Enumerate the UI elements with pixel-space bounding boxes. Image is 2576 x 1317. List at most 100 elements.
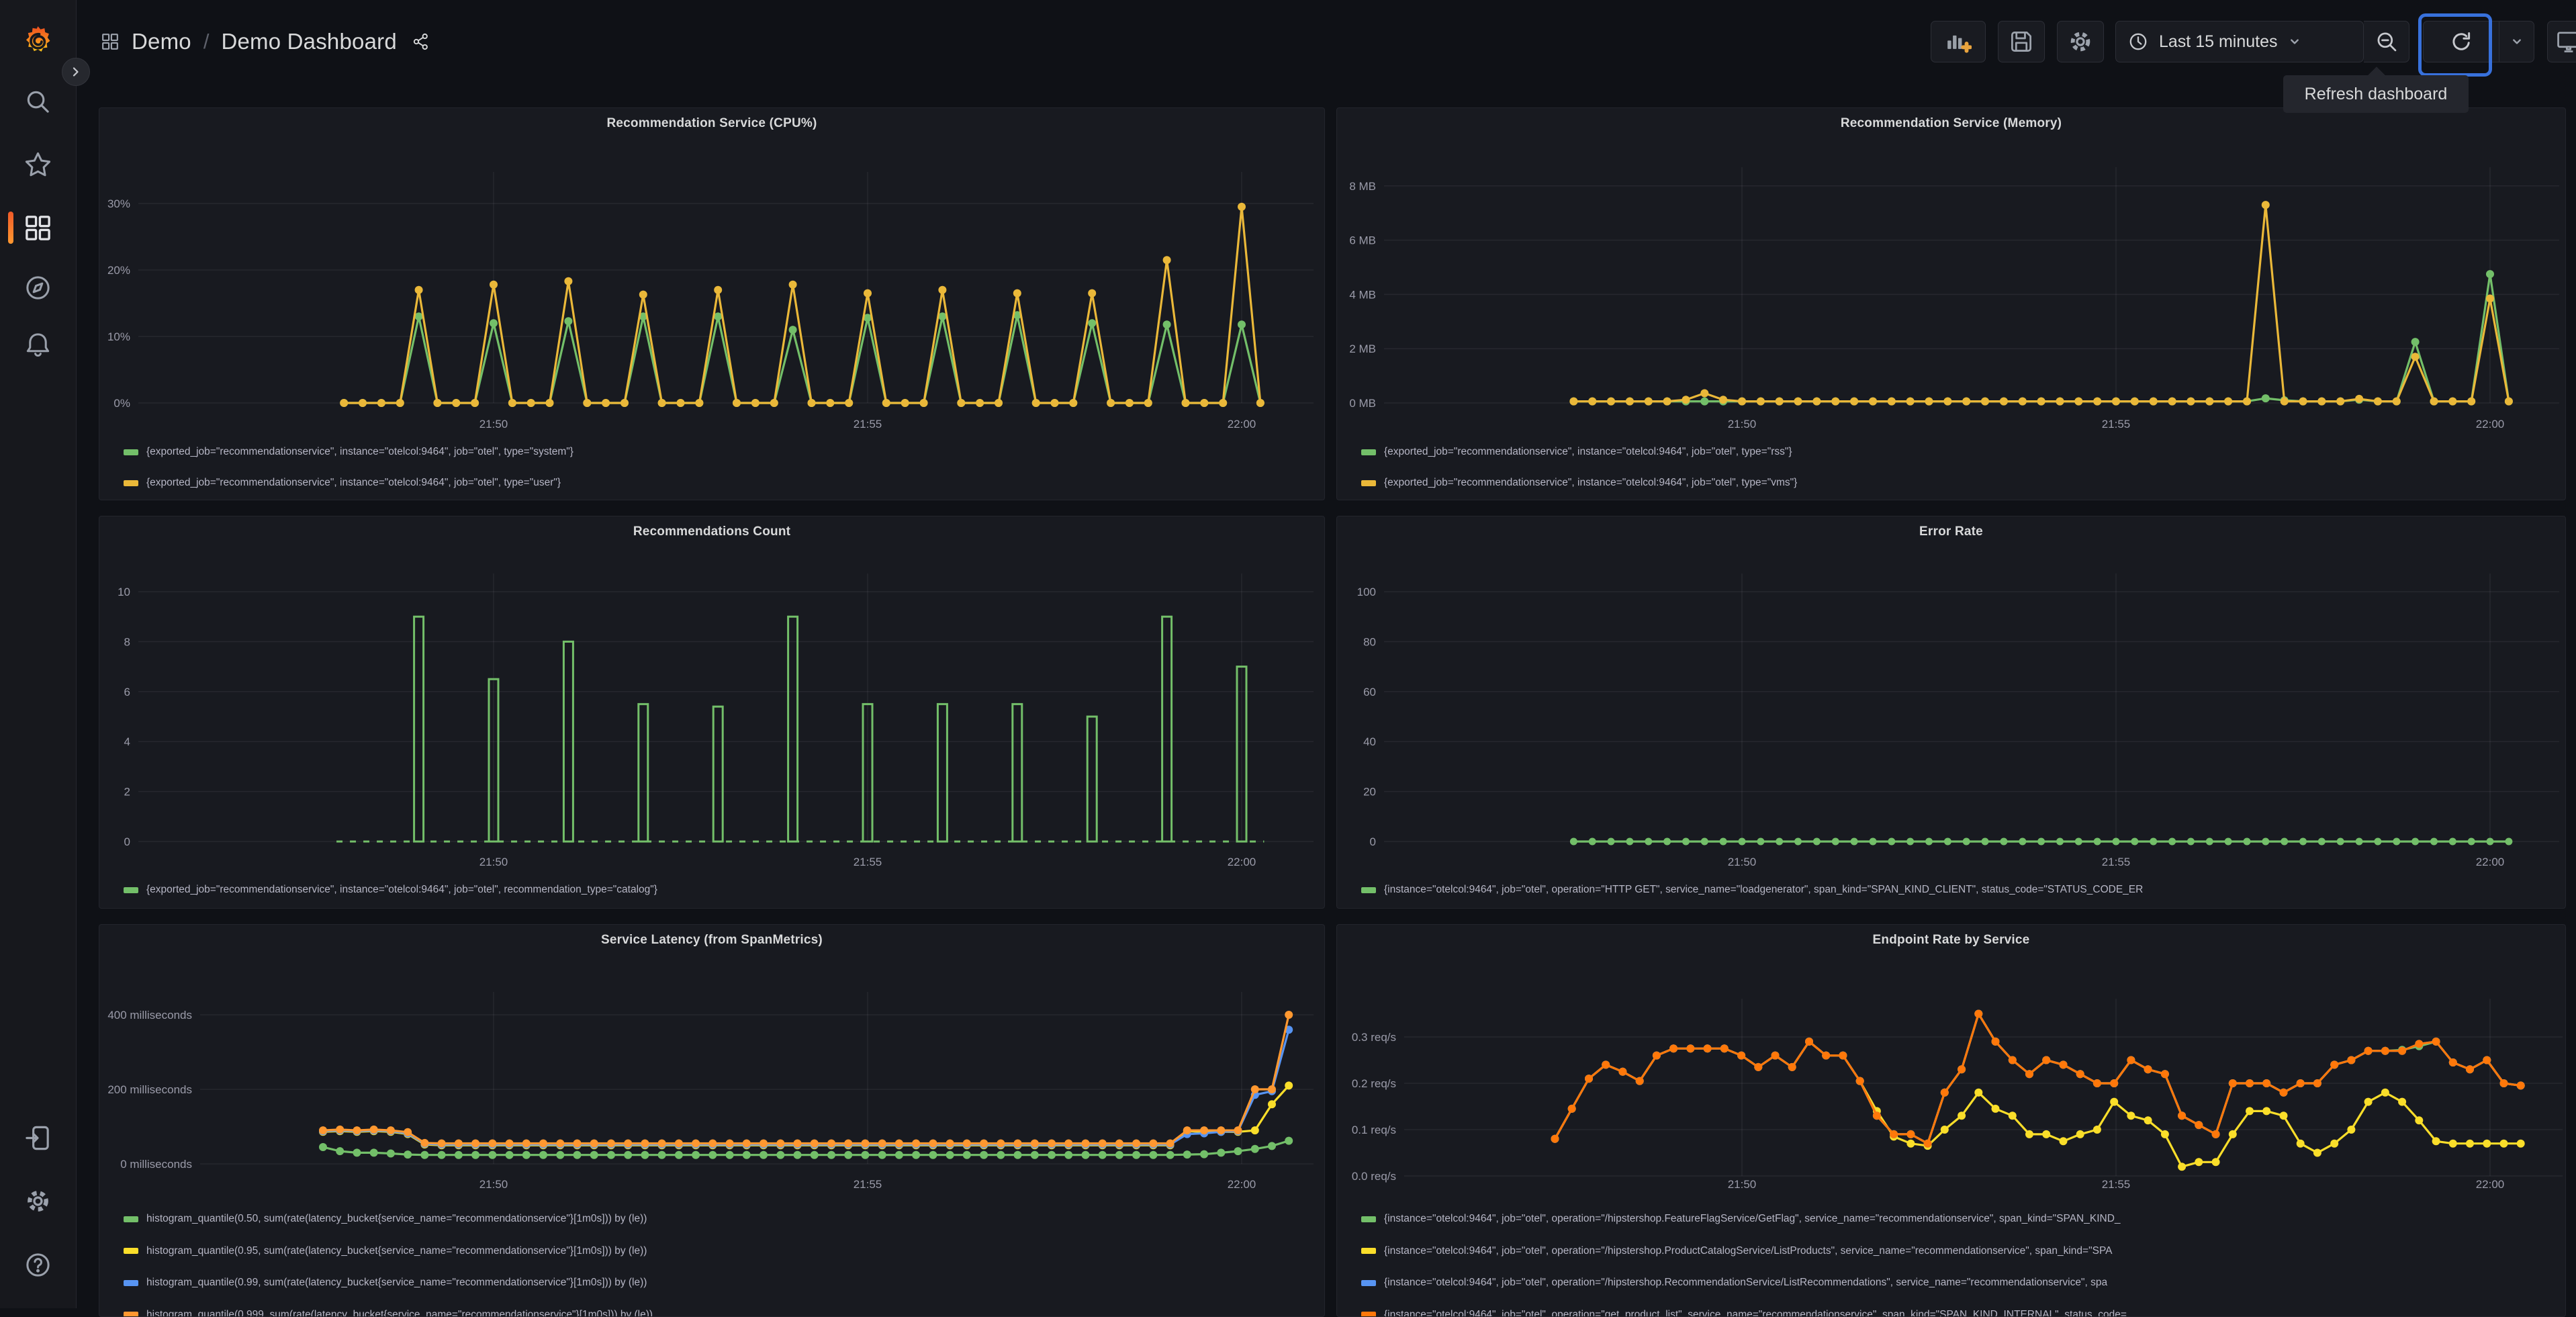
legend-chip (1361, 1216, 1376, 1222)
compass-icon (24, 273, 52, 302)
svg-text:80: 80 (1363, 635, 1376, 648)
svg-text:4: 4 (124, 735, 130, 748)
panel-service-latency-from-spanmetrics: Service Latency (from SpanMetrics)0 mill… (99, 924, 1325, 1317)
legend-chip (124, 480, 138, 486)
legend-item[interactable]: {exported_job="recommendationservice", i… (1361, 440, 2556, 464)
legend-chip (124, 1280, 138, 1286)
svg-text:21:50: 21:50 (1728, 1178, 1757, 1191)
search-icon (24, 87, 52, 116)
legend-label: {exported_job="recommendationservice", i… (146, 477, 561, 489)
legend-item[interactable]: {exported_job="recommendationservice", i… (124, 440, 1315, 464)
svg-text:0: 0 (1370, 835, 1376, 848)
time-range-label: Last 15 minutes (2159, 32, 2278, 52)
legend-item[interactable]: histogram_quantile(0.999, sum(rate(laten… (124, 1303, 1315, 1317)
legend-label: {exported_job="recommendationservice", i… (1384, 477, 1797, 489)
refresh-tooltip: Refresh dashboard (2283, 75, 2469, 113)
panel-recommendations-count: Recommendations Count024681021:5021:5522… (99, 516, 1325, 909)
sidebar-item-settings[interactable] (0, 1170, 76, 1232)
svg-text:21:55: 21:55 (2102, 856, 2131, 868)
legend-chip (1361, 1248, 1376, 1254)
chevron-down-icon (2286, 33, 2303, 50)
apps-grid-icon (101, 32, 120, 51)
gear-icon (24, 1187, 52, 1216)
zoom-out-time-button[interactable] (2364, 21, 2409, 62)
time-range-picker[interactable]: Last 15 minutes (2115, 21, 2364, 62)
legend-label: {exported_job="recommendationservice", i… (146, 884, 657, 896)
monitor-icon (2555, 28, 2576, 55)
sidebar-item-alerting[interactable] (0, 314, 76, 375)
refresh-interval-dropdown[interactable] (2499, 21, 2534, 62)
sidebar-item-help[interactable] (0, 1234, 76, 1296)
legend-item[interactable]: {instance="otelcol:9464", job="otel", op… (1361, 1239, 2556, 1263)
svg-text:22:00: 22:00 (1228, 856, 1256, 868)
svg-text:10: 10 (118, 586, 130, 598)
save-dashboard-button[interactable] (1998, 21, 2045, 62)
chevron-down-icon (2508, 33, 2526, 50)
save-icon (2008, 28, 2035, 55)
legend-item[interactable]: histogram_quantile(0.50, sum(rate(latenc… (124, 1207, 1315, 1231)
legend-item[interactable]: {exported_job="recommendationservice", i… (1361, 471, 2556, 495)
legend-item[interactable]: {instance="otelcol:9464", job="otel", op… (1361, 1207, 2556, 1231)
svg-text:21:55: 21:55 (854, 1178, 882, 1191)
svg-text:6: 6 (124, 686, 130, 698)
svg-text:30%: 30% (107, 197, 130, 210)
svg-text:40: 40 (1363, 735, 1376, 748)
sidebar-item-starred[interactable] (0, 134, 76, 195)
legend-item[interactable]: {instance="otelcol:9464", job="otel", op… (1361, 1271, 2556, 1295)
svg-text:0.1 req/s: 0.1 req/s (1352, 1124, 1396, 1136)
breadcrumb-section[interactable]: Demo (132, 29, 191, 54)
add-panel-icon (1945, 28, 1972, 55)
chart-recommendations-count[interactable]: 024681021:5021:5522:00 (99, 516, 1325, 909)
legend-label: {instance="otelcol:9464", job="otel", op… (1384, 1213, 2121, 1225)
chart-error-rate[interactable]: 02040608010021:5021:5522:00 (1337, 516, 2566, 909)
add-panel-button[interactable] (1931, 21, 1986, 62)
svg-text:21:50: 21:50 (1728, 418, 1757, 430)
svg-text:60: 60 (1363, 686, 1376, 698)
sidebar-item-sign-in[interactable] (0, 1107, 76, 1169)
breadcrumb-separator: / (203, 30, 210, 54)
star-icon (24, 150, 52, 179)
svg-text:0.0 req/s: 0.0 req/s (1352, 1170, 1396, 1183)
refresh-button-group (2423, 21, 2534, 62)
grafana-logo[interactable] (21, 24, 54, 57)
svg-text:21:55: 21:55 (2102, 418, 2131, 430)
legend-chip (124, 449, 138, 455)
kiosk-mode-button[interactable] (2547, 21, 2576, 62)
svg-text:400 milliseconds: 400 milliseconds (107, 1009, 192, 1021)
svg-text:22:00: 22:00 (2476, 418, 2505, 430)
legend-chip (124, 1248, 138, 1254)
breadcrumb: Demo / Demo Dashboard (101, 0, 430, 83)
breadcrumb-page[interactable]: Demo Dashboard (221, 29, 396, 54)
refresh-dashboard-button[interactable] (2424, 21, 2499, 62)
dashboard-settings-button[interactable] (2057, 21, 2104, 62)
legend-label: histogram_quantile(0.50, sum(rate(latenc… (146, 1213, 647, 1225)
expand-sidebar-button[interactable] (62, 58, 90, 86)
legend-label: {exported_job="recommendationservice", i… (146, 446, 573, 458)
legend-item[interactable]: histogram_quantile(0.95, sum(rate(latenc… (124, 1239, 1315, 1263)
share-icon[interactable] (412, 32, 430, 51)
svg-text:21:50: 21:50 (1728, 856, 1757, 868)
legend-item[interactable]: histogram_quantile(0.99, sum(rate(latenc… (124, 1271, 1315, 1295)
svg-text:2: 2 (124, 786, 130, 799)
svg-text:2 MB: 2 MB (1349, 343, 1376, 355)
svg-text:6 MB: 6 MB (1349, 234, 1376, 247)
svg-text:21:55: 21:55 (854, 856, 882, 868)
legend-chip (1361, 887, 1376, 893)
legend-chip (1361, 1280, 1376, 1286)
svg-text:21:55: 21:55 (2102, 1178, 2131, 1191)
legend-item[interactable]: {exported_job="recommendationservice", i… (124, 471, 1315, 495)
legend-chip (1361, 449, 1376, 455)
sidebar-item-dashboards[interactable] (0, 197, 76, 259)
help-icon (24, 1251, 52, 1279)
legend-label: histogram_quantile(0.95, sum(rate(latenc… (146, 1245, 647, 1257)
legend-label: {instance="otelcol:9464", job="otel", op… (1384, 1309, 2127, 1317)
svg-text:22:00: 22:00 (2476, 856, 2505, 868)
sidebar-item-explore[interactable] (0, 257, 76, 318)
legend-item[interactable]: {instance="otelcol:9464", job="otel", op… (1361, 878, 2556, 902)
panel-recommendation-service-cpu: Recommendation Service (CPU%)0%10%20%30%… (99, 107, 1325, 500)
legend-item[interactable]: {instance="otelcol:9464", job="otel", op… (1361, 1303, 2556, 1317)
zoom-out-icon (2374, 29, 2399, 54)
svg-text:21:50: 21:50 (479, 418, 508, 430)
svg-text:8 MB: 8 MB (1349, 180, 1376, 193)
legend-item[interactable]: {exported_job="recommendationservice", i… (124, 878, 1315, 902)
